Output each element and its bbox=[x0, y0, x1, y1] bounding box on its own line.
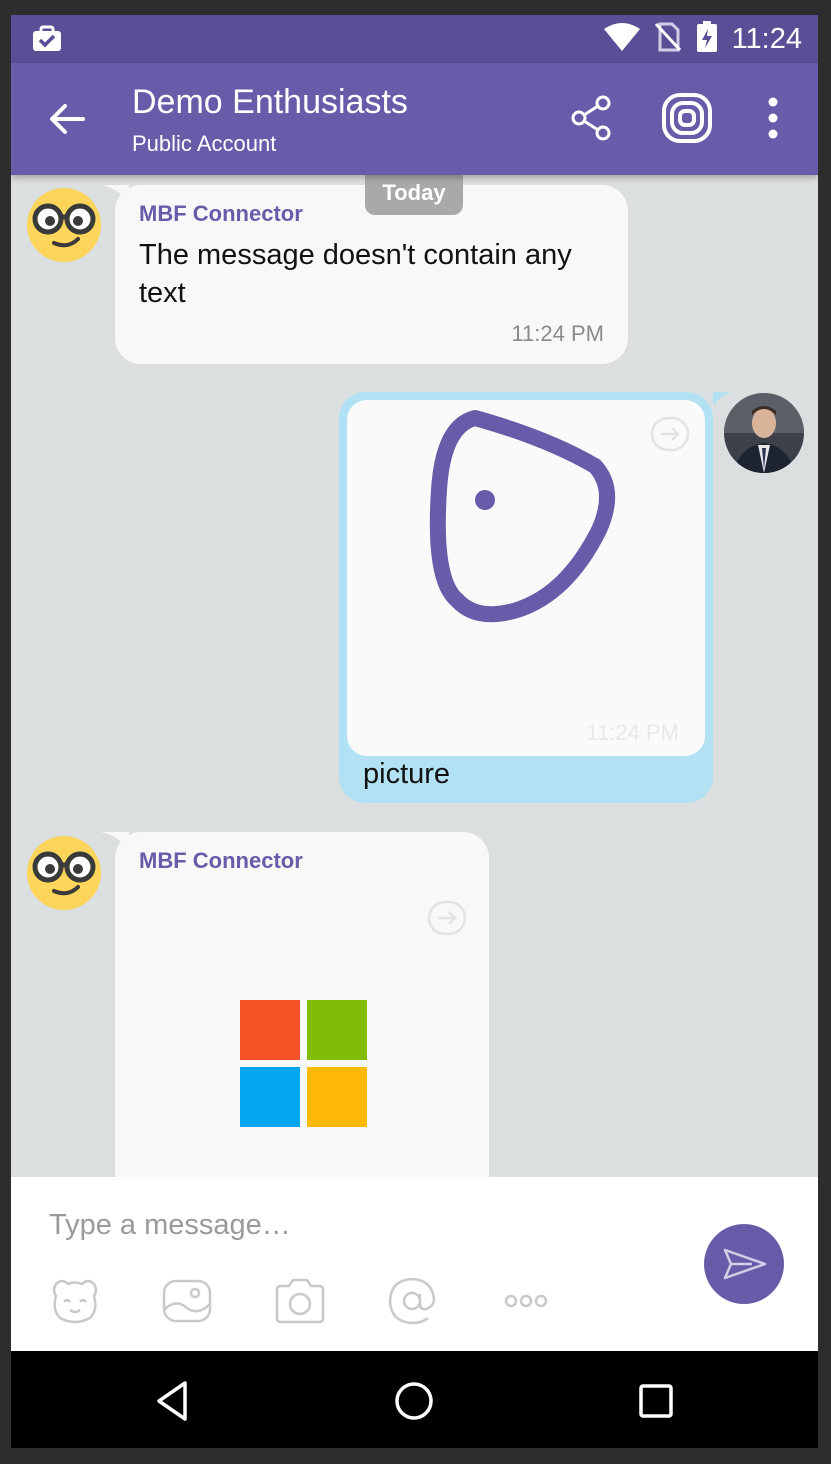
logo-square-yellow bbox=[307, 1067, 367, 1127]
camera-icon bbox=[275, 1278, 325, 1324]
wifi-icon bbox=[603, 22, 640, 56]
message-time: 11:24 PM bbox=[511, 321, 604, 346]
no-sim-icon bbox=[654, 22, 682, 57]
recents-nav-button[interactable] bbox=[634, 1379, 678, 1423]
message-composer bbox=[11, 1177, 818, 1351]
incoming-message-bubble[interactable]: MBF Connector bbox=[101, 832, 489, 1177]
square-recents-icon bbox=[639, 1384, 673, 1418]
system-navigation-bar bbox=[11, 1351, 818, 1448]
app-bar: Demo Enthusiasts Public Account bbox=[11, 63, 818, 175]
logo-square-blue bbox=[240, 1067, 300, 1127]
date-divider: Today bbox=[365, 175, 463, 215]
back-nav-button[interactable] bbox=[151, 1379, 195, 1423]
nerd-face-avatar-icon[interactable] bbox=[26, 835, 102, 911]
chat-title: Demo Enthusiasts bbox=[132, 83, 408, 121]
microsoft-logo-image[interactable] bbox=[240, 1000, 368, 1128]
status-time: 11:24 bbox=[731, 22, 802, 55]
send-icon bbox=[723, 1248, 767, 1280]
public-account-info-button[interactable] bbox=[662, 93, 712, 143]
back-button[interactable] bbox=[43, 95, 91, 143]
bubble-tail bbox=[101, 832, 129, 850]
sketch-drawing-image bbox=[429, 410, 616, 623]
sticker-button[interactable] bbox=[48, 1276, 102, 1326]
share-icon bbox=[571, 95, 611, 141]
camera-button[interactable] bbox=[273, 1276, 327, 1326]
picture-time: 11:24 PM bbox=[586, 720, 679, 745]
gallery-icon bbox=[162, 1279, 212, 1323]
battery-charging-icon bbox=[696, 20, 718, 58]
chat-message-list[interactable]: Today MBF Connector The message doesn't … bbox=[11, 175, 818, 1177]
forward-icon bbox=[427, 900, 467, 936]
notification-icon bbox=[31, 25, 63, 58]
mention-icon bbox=[388, 1277, 436, 1325]
bubble-tail bbox=[713, 392, 733, 406]
more-vertical-icon bbox=[768, 97, 778, 139]
home-nav-button[interactable] bbox=[392, 1379, 436, 1423]
gallery-button[interactable] bbox=[160, 1276, 214, 1326]
logo-square-green bbox=[307, 1000, 367, 1060]
bubble-tail bbox=[101, 185, 129, 203]
nerd-face-avatar-icon[interactable] bbox=[26, 187, 102, 263]
message-input[interactable] bbox=[49, 1205, 649, 1245]
send-button[interactable] bbox=[704, 1224, 784, 1304]
logo-square-red bbox=[240, 1000, 300, 1060]
sticker-icon bbox=[52, 1279, 98, 1324]
picture-attachment[interactable]: 11:24 PM bbox=[347, 400, 705, 756]
triangle-back-icon bbox=[157, 1381, 187, 1421]
sender-name: MBF Connector bbox=[139, 201, 303, 226]
rings-icon bbox=[662, 93, 712, 143]
mention-button[interactable] bbox=[386, 1276, 440, 1326]
phone-screen: 11:24 Demo Enthusiasts Public Account To… bbox=[11, 15, 818, 1448]
user-photo-image bbox=[724, 393, 804, 473]
forward-button[interactable] bbox=[427, 900, 467, 936]
chat-subtitle: Public Account bbox=[132, 131, 277, 156]
sender-name: MBF Connector bbox=[139, 848, 303, 873]
circle-home-icon bbox=[395, 1382, 433, 1420]
overflow-menu-button[interactable] bbox=[748, 93, 798, 143]
more-options-button[interactable] bbox=[499, 1276, 553, 1326]
forward-icon bbox=[650, 416, 690, 452]
more-horizontal-icon bbox=[504, 1294, 548, 1308]
user-avatar[interactable] bbox=[724, 393, 804, 473]
back-arrow-icon bbox=[50, 104, 85, 134]
status-bar: 11:24 bbox=[11, 15, 818, 63]
forward-button[interactable] bbox=[650, 416, 690, 452]
share-button[interactable] bbox=[567, 93, 617, 143]
outgoing-message-bubble[interactable]: 11:24 PM picture bbox=[339, 392, 713, 803]
message-text: The message doesn't contain any text bbox=[139, 239, 572, 309]
picture-caption: picture bbox=[363, 758, 451, 790]
